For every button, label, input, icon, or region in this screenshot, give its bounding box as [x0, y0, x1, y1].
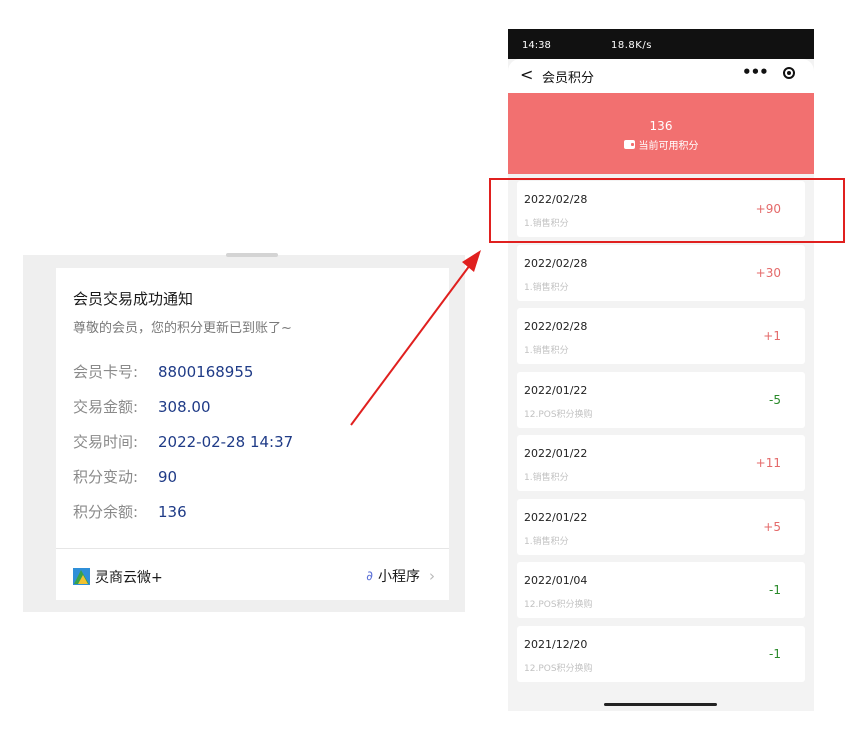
points-label-row: 当前可用积分: [508, 137, 814, 152]
record-desc: 12.POS积分换购: [524, 410, 593, 420]
divider: [56, 548, 449, 549]
field-value: 2022-02-28 14:37: [158, 433, 294, 451]
status-time: 14:38: [522, 40, 551, 51]
nav-bar: < 会员积分 •••: [508, 59, 814, 93]
record-points: -1: [769, 647, 781, 661]
field-amount: 交易金额: 308.00: [73, 397, 211, 417]
list-item[interactable]: 2022/01/22 12.POS积分换购 -5: [517, 372, 805, 428]
field-value: 8800168955: [158, 363, 254, 381]
record-date: 2022/01/22: [524, 511, 588, 524]
notification-subtitle: 尊敬的会员，您的积分更新已到账了~: [73, 321, 292, 336]
list-item[interactable]: 2022/01/22 1.销售积分 +11: [517, 435, 805, 491]
record-desc: 12.POS积分换购: [524, 600, 593, 610]
mini-program-link[interactable]: ∂ 小程序 ›: [366, 566, 435, 586]
record-points: -1: [769, 583, 781, 597]
list-item[interactable]: 2022/02/28 1.销售积分 +30: [517, 245, 805, 301]
chevron-left-icon[interactable]: <: [520, 65, 533, 84]
more-dots-icon[interactable]: •••: [742, 63, 769, 81]
record-points: +30: [755, 266, 781, 280]
list-item[interactable]: 2022/01/22 1.销售积分 +5: [517, 499, 805, 555]
app-logo-icon: [73, 568, 90, 585]
chevron-right-icon: ›: [429, 567, 435, 585]
record-date: 2022/01/22: [524, 384, 588, 397]
points-banner: 136 当前可用积分: [508, 93, 814, 174]
field-label: 交易金额:: [73, 398, 139, 416]
field-time: 交易时间: 2022-02-28 14:37: [73, 432, 293, 452]
drag-handle: [226, 253, 278, 257]
record-points: +5: [763, 520, 781, 534]
points-value: 136: [649, 119, 673, 133]
field-label: 积分余额:: [73, 503, 139, 521]
field-value: 308.00: [158, 398, 211, 416]
record-points: +1: [763, 329, 781, 343]
field-label: 交易时间:: [73, 433, 139, 451]
list-item[interactable]: 2022/01/04 12.POS积分换购 -1: [517, 562, 805, 618]
record-desc: 1.销售积分: [524, 283, 569, 293]
link-icon: ∂: [366, 568, 373, 584]
record-desc: 1.销售积分: [524, 473, 569, 483]
record-date: 2022/02/28: [524, 320, 588, 333]
record-points: +11: [755, 456, 781, 470]
status-network-speed: 18.8K/s: [611, 40, 652, 51]
list-item[interactable]: 2021/12/20 12.POS积分换购 -1: [517, 626, 805, 682]
record-desc: 12.POS积分换购: [524, 664, 593, 674]
record-date: 2022/02/28: [524, 257, 588, 270]
field-label: 积分变动:: [73, 468, 139, 486]
status-bar: 14:38 18.8K/s: [508, 29, 814, 59]
notification-title: 会员交易成功通知: [73, 290, 194, 308]
phone-screen: 14:38 18.8K/s < 会员积分 ••• 136 当前可用积分 2022…: [508, 29, 814, 711]
wallet-icon: [623, 140, 635, 149]
record-desc: 1.销售积分: [524, 346, 569, 356]
app-name[interactable]: 灵商云微+: [95, 567, 163, 587]
field-value: 90: [158, 468, 178, 486]
record-date: 2021/12/20: [524, 638, 588, 651]
mini-program-label: 小程序: [378, 569, 420, 585]
annotation-highlight-box: [489, 178, 845, 243]
notification-card[interactable]: 会员交易成功通知 尊敬的会员，您的积分更新已到账了~ 会员卡号: 88001689…: [56, 268, 449, 600]
field-points-change: 积分变动: 90: [73, 467, 177, 487]
record-date: 2022/01/22: [524, 447, 588, 460]
list-item[interactable]: 2022/02/28 1.销售积分 +1: [517, 308, 805, 364]
field-card-number: 会员卡号: 8800168955: [73, 362, 253, 382]
field-label: 会员卡号:: [73, 363, 139, 381]
home-indicator: [604, 703, 717, 706]
field-points-balance: 积分余额: 136: [73, 502, 187, 522]
points-label: 当前可用积分: [638, 141, 699, 152]
record-desc: 1.销售积分: [524, 537, 569, 547]
record-date: 2022/01/04: [524, 574, 588, 587]
record-points: -5: [769, 393, 781, 407]
page-title: 会员积分: [542, 71, 595, 86]
field-value: 136: [158, 503, 187, 521]
target-close-icon[interactable]: [783, 67, 795, 79]
